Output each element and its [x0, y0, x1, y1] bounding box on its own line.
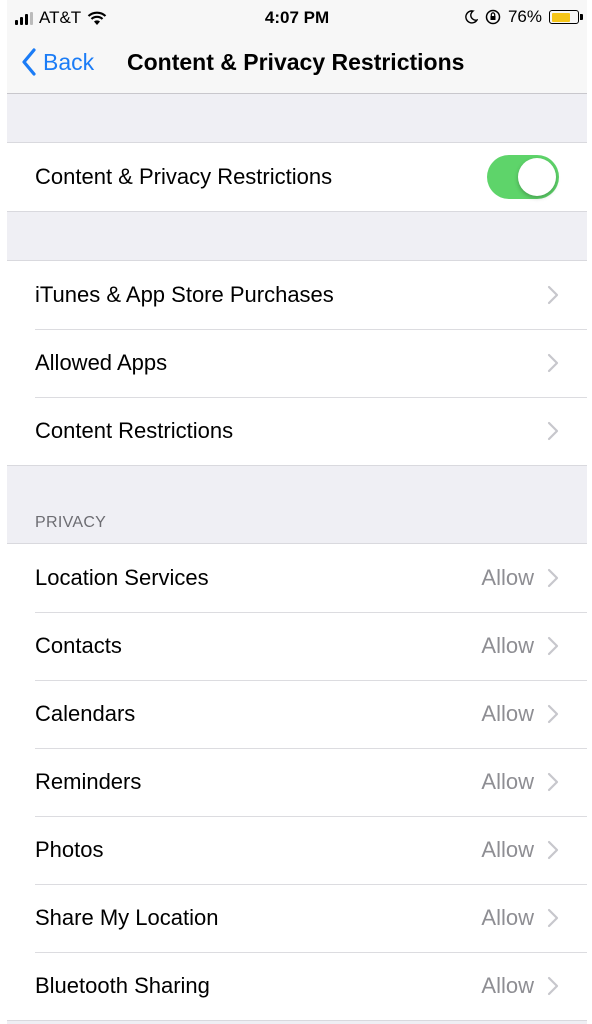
chevron-right-icon — [547, 840, 559, 860]
row-label: Share My Location — [35, 905, 219, 930]
row-label: iTunes & App Store Purchases — [35, 282, 334, 307]
chevron-left-icon — [22, 48, 36, 76]
row-value: Allow — [481, 905, 534, 930]
row-value: Allow — [481, 633, 534, 658]
row-label: Content Restrictions — [35, 418, 234, 443]
row-value: Allow — [481, 565, 534, 590]
list-item-itunes-purchases[interactable]: iTunes & App Store Purchases — [7, 261, 587, 329]
row-label: Location Services — [35, 565, 209, 590]
privacy-group: Location Services Allow Contacts Allow C… — [7, 543, 587, 1021]
master-toggle-group: Content & Privacy Restrictions — [7, 142, 587, 212]
chevron-right-icon — [547, 908, 559, 928]
orientation-lock-icon — [485, 9, 501, 25]
row-label: Allowed Apps — [35, 350, 168, 375]
back-label: Back — [43, 48, 95, 75]
privacy-section-header: PRIVACY — [35, 514, 107, 531]
chevron-right-icon — [547, 636, 559, 656]
list-item-photos[interactable]: Photos Allow — [7, 816, 587, 884]
master-toggle-label: Content & Privacy Restrictions — [35, 164, 333, 189]
chevron-right-icon — [547, 976, 559, 996]
toggle-knob — [518, 158, 556, 196]
master-toggle-row[interactable]: Content & Privacy Restrictions — [7, 143, 587, 211]
navigation-bar: Back Content & Privacy Restrictions — [7, 36, 587, 94]
row-value: Allow — [481, 837, 534, 862]
status-right: 76% — [464, 7, 583, 27]
row-label: Reminders — [35, 769, 142, 794]
row-value: Allow — [481, 769, 534, 794]
page-title: Content & Privacy Restrictions — [127, 49, 465, 75]
list-item-location-services[interactable]: Location Services Allow — [7, 544, 587, 612]
chevron-right-icon — [547, 568, 559, 588]
battery-fill — [551, 12, 571, 22]
list-item-bluetooth-sharing[interactable]: Bluetooth Sharing Allow — [7, 952, 587, 1020]
moon-icon — [465, 10, 478, 24]
list-item-contacts[interactable]: Contacts Allow — [7, 612, 587, 680]
battery-tip — [580, 14, 583, 20]
list-item-calendars[interactable]: Calendars Allow — [7, 680, 587, 748]
restrictions-group: iTunes & App Store Purchases Allowed App… — [7, 260, 587, 466]
list-item-content-restrictions[interactable]: Content Restrictions — [7, 397, 587, 465]
restrictions-toggle[interactable] — [487, 155, 559, 199]
chevron-right-icon — [547, 704, 559, 724]
settings-screen: AT&T 4:07 PM 76% Back Content & Privacy … — [7, 0, 587, 1024]
row-value: Allow — [481, 701, 534, 726]
back-button[interactable]: Back — [21, 48, 94, 76]
row-label: Photos — [35, 837, 104, 862]
row-label: Bluetooth Sharing — [35, 973, 210, 998]
chevron-right-icon — [547, 285, 559, 305]
battery-icon — [549, 10, 583, 24]
list-item-share-my-location[interactable]: Share My Location Allow — [7, 884, 587, 952]
chevron-right-icon — [547, 421, 559, 441]
row-label: Contacts — [35, 633, 122, 658]
battery-percent: 76% — [507, 7, 542, 26]
status-bar: AT&T 4:07 PM 76% — [7, 0, 587, 36]
row-value: Allow — [481, 973, 534, 998]
row-label: Calendars — [35, 701, 136, 726]
chevron-right-icon — [547, 353, 559, 373]
chevron-right-icon — [547, 772, 559, 792]
list-item-reminders[interactable]: Reminders Allow — [7, 748, 587, 816]
list-item-allowed-apps[interactable]: Allowed Apps — [7, 329, 587, 397]
